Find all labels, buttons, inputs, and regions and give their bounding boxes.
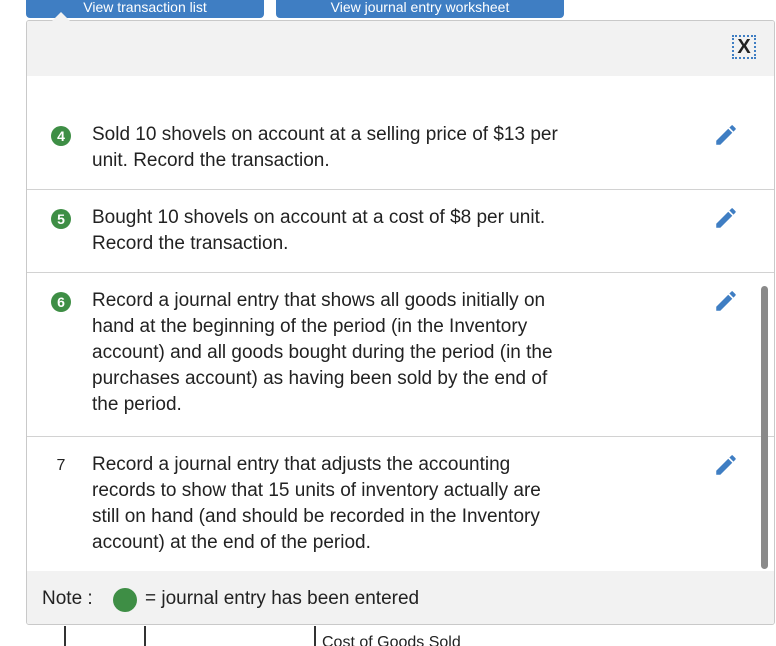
description-line: Bought 10 shovels on account at a cost o… (92, 207, 546, 228)
description-line: still on hand (and should be recorded in… (92, 506, 540, 527)
note-text: = journal entry has been entered (145, 588, 420, 609)
description-line: the period. (92, 394, 182, 415)
entered-badge: 5 (51, 209, 71, 229)
table-divider (314, 626, 316, 646)
description-line: Record a journal entry that adjusts the … (92, 454, 511, 475)
screen: View transaction list View journal entry… (0, 0, 776, 646)
description-line: records to show that 15 units of invento… (92, 480, 541, 501)
close-icon[interactable]: X (732, 35, 756, 59)
table-divider (64, 626, 66, 646)
view-journal-worksheet-label: View journal entry worksheet (330, 0, 510, 15)
description-line: account) at the end of the period. (92, 532, 371, 553)
popover-pointer (52, 12, 70, 21)
description-line: purchases account) as having been sold b… (92, 368, 548, 389)
note-label: Note : (42, 588, 93, 609)
pencil-icon[interactable] (713, 205, 739, 231)
legend-note: Note : = journal entry has been entered (27, 571, 774, 624)
entered-badge: 4 (51, 126, 71, 146)
pencil-icon[interactable] (713, 288, 739, 314)
transaction-description: Record a journal entry that adjusts the … (92, 452, 682, 556)
table-divider (144, 626, 146, 646)
list-item: 6 Record a journal entry that shows all … (27, 273, 774, 437)
account-cell: Cost of Goods Sold (322, 634, 461, 646)
transaction-description: Record a journal entry that shows all go… (92, 288, 682, 418)
filled-circle-icon (113, 588, 137, 612)
description-line: Record a journal entry that shows all go… (92, 290, 546, 311)
list-item: 4 Sold 10 shovels on account at a sellin… (27, 76, 774, 190)
description-line: unit. Record the transaction. (92, 150, 330, 171)
list-item: 7 Record a journal entry that adjusts th… (27, 437, 774, 571)
description-line: Sold 10 shovels on account at a selling … (92, 124, 558, 145)
view-journal-worksheet-button[interactable]: View journal entry worksheet (276, 0, 564, 18)
pencil-icon[interactable] (713, 452, 739, 478)
description-line: Record the transaction. (92, 233, 289, 254)
scrollbar[interactable] (761, 286, 768, 569)
list-item: 5 Bought 10 shovels on account at a cost… (27, 190, 774, 273)
transaction-list-modal: X 4 Sold 10 shovels on account at a sell… (26, 20, 775, 625)
transaction-description: Sold 10 shovels on account at a selling … (92, 122, 682, 174)
pencil-icon[interactable] (713, 122, 739, 148)
modal-header: X (27, 21, 774, 76)
item-number: 7 (56, 457, 66, 474)
description-line: hand at the beginning of the period (in … (92, 316, 528, 337)
entered-badge: 6 (51, 292, 71, 312)
transaction-description: Bought 10 shovels on account at a cost o… (92, 205, 682, 257)
background-table: Cost of Goods Sold (0, 626, 776, 646)
description-line: account) and all goods bought during the… (92, 342, 553, 363)
